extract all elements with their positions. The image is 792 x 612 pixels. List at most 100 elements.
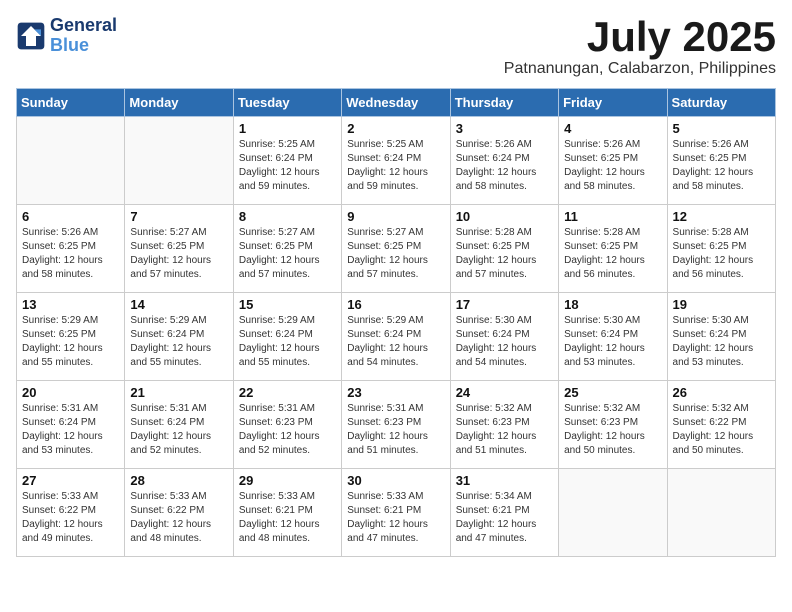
calendar-cell — [667, 469, 775, 557]
day-number: 18 — [564, 297, 661, 312]
day-number: 27 — [22, 473, 119, 488]
calendar-cell — [559, 469, 667, 557]
weekday-header-wednesday: Wednesday — [342, 89, 450, 117]
page-header: General Blue July 2025 Patnanungan, Cala… — [16, 16, 776, 78]
calendar-cell: 31 Sunrise: 5:34 AM Sunset: 6:21 PM Dayli… — [450, 469, 558, 557]
weekday-header-sunday: Sunday — [17, 89, 125, 117]
day-info: Sunrise: 5:32 AM Sunset: 6:23 PM Dayligh… — [564, 402, 661, 458]
calendar-cell: 8 Sunrise: 5:27 AM Sunset: 6:25 PM Daylig… — [233, 205, 341, 293]
day-number: 13 — [22, 297, 119, 312]
calendar-cell: 23 Sunrise: 5:31 AM Sunset: 6:23 PM Dayli… — [342, 381, 450, 469]
calendar-cell: 13 Sunrise: 5:29 AM Sunset: 6:25 PM Dayli… — [17, 293, 125, 381]
day-info: Sunrise: 5:29 AM Sunset: 6:25 PM Dayligh… — [22, 314, 119, 370]
day-number: 5 — [673, 121, 770, 136]
day-number: 20 — [22, 385, 119, 400]
day-info: Sunrise: 5:30 AM Sunset: 6:24 PM Dayligh… — [564, 314, 661, 370]
calendar-cell: 16 Sunrise: 5:29 AM Sunset: 6:24 PM Dayli… — [342, 293, 450, 381]
calendar-cell: 5Sunrise: 5:26 AM Sunset: 6:25 PM Daylig… — [667, 117, 775, 205]
day-number: 16 — [347, 297, 444, 312]
day-number: 9 — [347, 209, 444, 224]
weekday-header-monday: Monday — [125, 89, 233, 117]
calendar-cell: 19 Sunrise: 5:30 AM Sunset: 6:24 PM Dayli… — [667, 293, 775, 381]
day-info: Sunrise: 5:31 AM Sunset: 6:23 PM Dayligh… — [347, 402, 444, 458]
day-number: 19 — [673, 297, 770, 312]
day-info: Sunrise: 5:32 AM Sunset: 6:22 PM Dayligh… — [673, 402, 770, 458]
calendar-cell — [17, 117, 125, 205]
logo-line1: General — [50, 16, 117, 36]
day-number: 17 — [456, 297, 553, 312]
day-number: 8 — [239, 209, 336, 224]
day-number: 11 — [564, 209, 661, 224]
day-info: Sunrise: 5:33 AM Sunset: 6:21 PM Dayligh… — [239, 490, 336, 546]
day-info: Sunrise: 5:25 AM Sunset: 6:24 PM Dayligh… — [347, 138, 444, 194]
title-block: July 2025 Patnanungan, Calabarzon, Phili… — [504, 16, 776, 78]
calendar-cell: 20 Sunrise: 5:31 AM Sunset: 6:24 PM Dayli… — [17, 381, 125, 469]
day-info: Sunrise: 5:26 AM Sunset: 6:25 PM Dayligh… — [564, 138, 661, 194]
day-number: 24 — [456, 385, 553, 400]
day-number: 22 — [239, 385, 336, 400]
week-row-4: 20 Sunrise: 5:31 AM Sunset: 6:24 PM Dayli… — [17, 381, 776, 469]
day-info: Sunrise: 5:27 AM Sunset: 6:25 PM Dayligh… — [130, 226, 227, 282]
week-row-2: 6 Sunrise: 5:26 AM Sunset: 6:25 PM Daylig… — [17, 205, 776, 293]
weekday-header-friday: Friday — [559, 89, 667, 117]
day-number: 6 — [22, 209, 119, 224]
calendar-table: SundayMondayTuesdayWednesdayThursdayFrid… — [16, 88, 776, 557]
calendar-cell: 15Sunrise: 5:29 AM Sunset: 6:24 PM Dayli… — [233, 293, 341, 381]
day-number: 7 — [130, 209, 227, 224]
day-number: 25 — [564, 385, 661, 400]
calendar-cell: 25 Sunrise: 5:32 AM Sunset: 6:23 PM Dayli… — [559, 381, 667, 469]
day-info: Sunrise: 5:33 AM Sunset: 6:22 PM Dayligh… — [22, 490, 119, 546]
day-number: 14 — [130, 297, 227, 312]
day-number: 29 — [239, 473, 336, 488]
day-info: Sunrise: 5:33 AM Sunset: 6:22 PM Dayligh… — [130, 490, 227, 546]
day-info: Sunrise: 5:34 AM Sunset: 6:21 PM Dayligh… — [456, 490, 553, 546]
logo-icon — [16, 21, 46, 51]
calendar-cell: 6 Sunrise: 5:26 AM Sunset: 6:25 PM Daylig… — [17, 205, 125, 293]
day-number: 2 — [347, 121, 444, 136]
calendar-cell: 2 Sunrise: 5:25 AM Sunset: 6:24 PM Daylig… — [342, 117, 450, 205]
calendar-cell: 26 Sunrise: 5:32 AM Sunset: 6:22 PM Dayli… — [667, 381, 775, 469]
calendar-cell: 17 Sunrise: 5:30 AM Sunset: 6:24 PM Dayli… — [450, 293, 558, 381]
calendar-cell: 10Sunrise: 5:28 AM Sunset: 6:25 PM Dayli… — [450, 205, 558, 293]
calendar-cell: 12Sunrise: 5:28 AM Sunset: 6:25 PM Dayli… — [667, 205, 775, 293]
calendar-cell: 22Sunrise: 5:31 AM Sunset: 6:23 PM Dayli… — [233, 381, 341, 469]
calendar-cell: 3 Sunrise: 5:26 AM Sunset: 6:24 PM Daylig… — [450, 117, 558, 205]
month-title: July 2025 — [504, 16, 776, 58]
calendar-cell: 27 Sunrise: 5:33 AM Sunset: 6:22 PM Dayli… — [17, 469, 125, 557]
day-number: 3 — [456, 121, 553, 136]
calendar-cell: 28 Sunrise: 5:33 AM Sunset: 6:22 PM Dayli… — [125, 469, 233, 557]
week-row-5: 27 Sunrise: 5:33 AM Sunset: 6:22 PM Dayli… — [17, 469, 776, 557]
day-number: 31 — [456, 473, 553, 488]
week-row-3: 13 Sunrise: 5:29 AM Sunset: 6:25 PM Dayli… — [17, 293, 776, 381]
day-number: 26 — [673, 385, 770, 400]
calendar-cell: 30Sunrise: 5:33 AM Sunset: 6:21 PM Dayli… — [342, 469, 450, 557]
day-info: Sunrise: 5:29 AM Sunset: 6:24 PM Dayligh… — [347, 314, 444, 370]
day-info: Sunrise: 5:30 AM Sunset: 6:24 PM Dayligh… — [673, 314, 770, 370]
day-number: 12 — [673, 209, 770, 224]
day-info: Sunrise: 5:25 AM Sunset: 6:24 PM Dayligh… — [239, 138, 336, 194]
location-title: Patnanungan, Calabarzon, Philippines — [504, 60, 776, 78]
day-info: Sunrise: 5:31 AM Sunset: 6:24 PM Dayligh… — [22, 402, 119, 458]
day-number: 1 — [239, 121, 336, 136]
day-info: Sunrise: 5:26 AM Sunset: 6:25 PM Dayligh… — [22, 226, 119, 282]
day-info: Sunrise: 5:28 AM Sunset: 6:25 PM Dayligh… — [564, 226, 661, 282]
weekday-header-thursday: Thursday — [450, 89, 558, 117]
day-number: 28 — [130, 473, 227, 488]
day-info: Sunrise: 5:30 AM Sunset: 6:24 PM Dayligh… — [456, 314, 553, 370]
day-info: Sunrise: 5:29 AM Sunset: 6:24 PM Dayligh… — [130, 314, 227, 370]
calendar-cell: 1 Sunrise: 5:25 AM Sunset: 6:24 PM Daylig… — [233, 117, 341, 205]
calendar-cell: 14 Sunrise: 5:29 AM Sunset: 6:24 PM Dayli… — [125, 293, 233, 381]
day-number: 23 — [347, 385, 444, 400]
logo: General Blue — [16, 16, 117, 56]
calendar-cell — [125, 117, 233, 205]
day-info: Sunrise: 5:26 AM Sunset: 6:24 PM Dayligh… — [456, 138, 553, 194]
calendar-cell: 24 Sunrise: 5:32 AM Sunset: 6:23 PM Dayli… — [450, 381, 558, 469]
calendar-cell: 9 Sunrise: 5:27 AM Sunset: 6:25 PM Daylig… — [342, 205, 450, 293]
day-info: Sunrise: 5:27 AM Sunset: 6:25 PM Dayligh… — [239, 226, 336, 282]
day-info: Sunrise: 5:29 AM Sunset: 6:24 PM Dayligh… — [239, 314, 336, 370]
logo-text: General Blue — [50, 16, 117, 56]
calendar-cell: 11 Sunrise: 5:28 AM Sunset: 6:25 PM Dayli… — [559, 205, 667, 293]
day-info: Sunrise: 5:32 AM Sunset: 6:23 PM Dayligh… — [456, 402, 553, 458]
day-info: Sunrise: 5:27 AM Sunset: 6:25 PM Dayligh… — [347, 226, 444, 282]
day-info: Sunrise: 5:31 AM Sunset: 6:24 PM Dayligh… — [130, 402, 227, 458]
